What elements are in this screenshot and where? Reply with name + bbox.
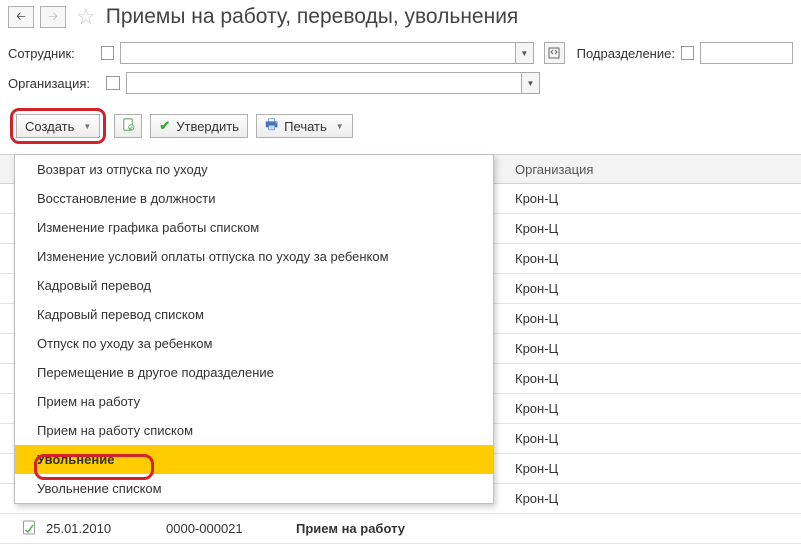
print-button[interactable]: 🖶 Печать ▼ (256, 114, 353, 138)
menu-item[interactable]: Отпуск по уходу за ребенком (15, 329, 493, 358)
organization-checkbox[interactable] (106, 76, 120, 90)
employee-dropdown-button[interactable]: ▼ (516, 42, 534, 64)
row-date: 25.01.2010 (46, 521, 156, 536)
employee-input[interactable] (120, 42, 516, 64)
menu-item[interactable]: Изменение условий оплаты отпуска по уход… (15, 242, 493, 271)
create-dropdown: Возврат из отпуска по уходу Восстановлен… (14, 154, 494, 504)
approve-label: Утвердить (176, 119, 239, 134)
caret-down-icon: ▼ (336, 122, 344, 131)
menu-item[interactable]: Кадровый перевод (15, 271, 493, 300)
menu-item-dismissal[interactable]: Увольнение (15, 445, 493, 474)
menu-item[interactable]: Восстановление в должности (15, 184, 493, 213)
page-title: Приемы на работу, переводы, увольнения (106, 5, 519, 29)
menu-item[interactable]: Кадровый перевод списком (15, 300, 493, 329)
approve-button[interactable]: ✔ Утвердить (150, 114, 248, 138)
employee-label: Сотрудник: (8, 46, 95, 61)
row-number: 0000-000021 (166, 521, 286, 536)
highlight-create: Создать ▼ (10, 108, 106, 144)
menu-item[interactable]: Прием на работу (15, 387, 493, 416)
employee-expand-button[interactable] (544, 42, 565, 64)
col-organization: Организация (505, 162, 801, 177)
employee-checkbox[interactable] (101, 46, 114, 60)
check-icon: ✔ (159, 118, 170, 134)
content: Организация Крон-Ц Крон-Ц Крон-Ц Крон-Ц … (0, 154, 801, 544)
filters: Сотрудник: ▼ Подразделение: Организация:… (0, 34, 801, 102)
organization-input[interactable] (126, 72, 522, 94)
menu-item[interactable]: Возврат из отпуска по уходу (15, 155, 493, 184)
refresh-icon (121, 117, 136, 135)
subdivision-input[interactable] (700, 42, 793, 64)
printer-icon: 🖶 (265, 114, 278, 138)
menu-item[interactable]: Перемещение в другое подразделение (15, 358, 493, 387)
caret-down-icon: ▼ (83, 122, 91, 131)
back-button[interactable]: 🡠 (8, 6, 34, 28)
menu-item[interactable]: Прием на работу списком (15, 416, 493, 445)
row-type: Прием на работу (296, 521, 405, 536)
refresh-button[interactable] (114, 114, 142, 138)
forward-button: 🡢 (40, 6, 66, 28)
subdivision-checkbox[interactable] (681, 46, 694, 60)
organization-label: Организация: (8, 76, 100, 91)
expand-icon (548, 47, 560, 59)
organization-dropdown-button[interactable]: ▼ (522, 72, 540, 94)
header: 🡠 🡢 ☆ Приемы на работу, переводы, увольн… (0, 0, 801, 34)
document-icon (22, 520, 36, 538)
menu-item[interactable]: Увольнение списком (15, 474, 493, 503)
subdivision-label: Подразделение: (577, 46, 675, 61)
table-row[interactable]: 25.01.2010 0000-000021 Прием на работу (0, 514, 801, 544)
print-label: Печать (284, 119, 327, 134)
toolbar: Создать ▼ ✔ Утвердить 🖶 Печать ▼ (0, 102, 801, 154)
create-button[interactable]: Создать ▼ (16, 114, 100, 138)
favorite-star-icon[interactable]: ☆ (76, 4, 96, 30)
menu-item[interactable]: Изменение графика работы списком (15, 213, 493, 242)
create-label: Создать (25, 119, 74, 134)
